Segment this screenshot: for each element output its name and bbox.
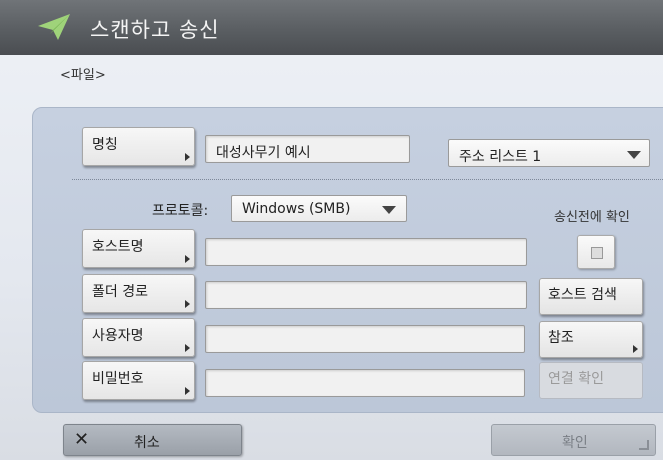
name-label: 명칭 xyxy=(92,137,118,153)
name-field[interactable]: 대성사무기 예시 xyxy=(205,135,410,163)
chevron-down-icon xyxy=(382,206,396,214)
cancel-button[interactable]: ✕ 취소 xyxy=(63,424,242,456)
user-name-value xyxy=(206,326,524,332)
password-label: 비밀번호 xyxy=(92,371,144,387)
page-title: 스캔하고 송신 xyxy=(90,18,220,42)
folder-path-button[interactable]: 폴더 경로 xyxy=(82,274,195,313)
folder-path-field[interactable] xyxy=(205,281,527,309)
host-name-value xyxy=(206,239,526,245)
ok-label: 확인 xyxy=(562,435,588,451)
connection-check-label: 연결 확인 xyxy=(548,371,604,387)
divider xyxy=(72,179,663,180)
arrow-right-icon xyxy=(185,153,190,161)
password-value xyxy=(206,370,524,376)
address-list-select[interactable]: 주소 리스트 1 xyxy=(448,139,650,167)
arrow-right-icon xyxy=(185,255,190,263)
cancel-label: 취소 xyxy=(134,435,160,451)
arrow-right-icon xyxy=(185,344,190,352)
browse-label: 참조 xyxy=(548,330,574,346)
host-name-label: 호스트명 xyxy=(92,239,144,255)
folder-path-value xyxy=(206,282,526,288)
protocol-value: Windows (SMB) xyxy=(242,201,351,217)
host-name-field[interactable] xyxy=(205,238,527,266)
user-name-field[interactable] xyxy=(205,325,525,353)
confirm-before-send-checkbox[interactable] xyxy=(577,235,615,269)
arrow-right-icon xyxy=(185,387,190,395)
host-name-button[interactable]: 호스트명 xyxy=(82,229,195,268)
arrow-right-icon xyxy=(185,300,190,308)
checkbox-icon xyxy=(591,247,603,259)
corner-icon xyxy=(639,440,649,450)
confirm-before-send-label: 송신전에 확인 xyxy=(554,210,630,225)
section-label: <파일> xyxy=(60,68,106,83)
password-field[interactable] xyxy=(205,369,525,397)
address-list-value: 주소 리스트 1 xyxy=(459,149,542,165)
protocol-label: 프로토콜: xyxy=(152,203,209,219)
close-icon: ✕ xyxy=(74,429,90,450)
ok-button[interactable]: 확인 xyxy=(491,424,656,456)
name-button[interactable]: 명칭 xyxy=(82,127,195,166)
user-name-label: 사용자명 xyxy=(92,328,144,344)
protocol-select[interactable]: Windows (SMB) xyxy=(231,195,407,222)
connection-check-button[interactable]: 연결 확인 xyxy=(539,362,643,399)
folder-path-label: 폴더 경로 xyxy=(92,284,148,300)
send-paper-plane-icon xyxy=(38,14,70,40)
host-search-label: 호스트 검색 xyxy=(548,287,617,303)
chevron-down-icon xyxy=(627,151,641,159)
host-search-button[interactable]: 호스트 검색 xyxy=(539,278,643,315)
browse-button[interactable]: 참조 xyxy=(539,321,643,358)
arrow-right-icon xyxy=(633,345,638,353)
user-name-button[interactable]: 사용자명 xyxy=(82,318,195,357)
name-value: 대성사무기 예시 xyxy=(216,145,311,161)
password-button[interactable]: 비밀번호 xyxy=(82,361,195,400)
